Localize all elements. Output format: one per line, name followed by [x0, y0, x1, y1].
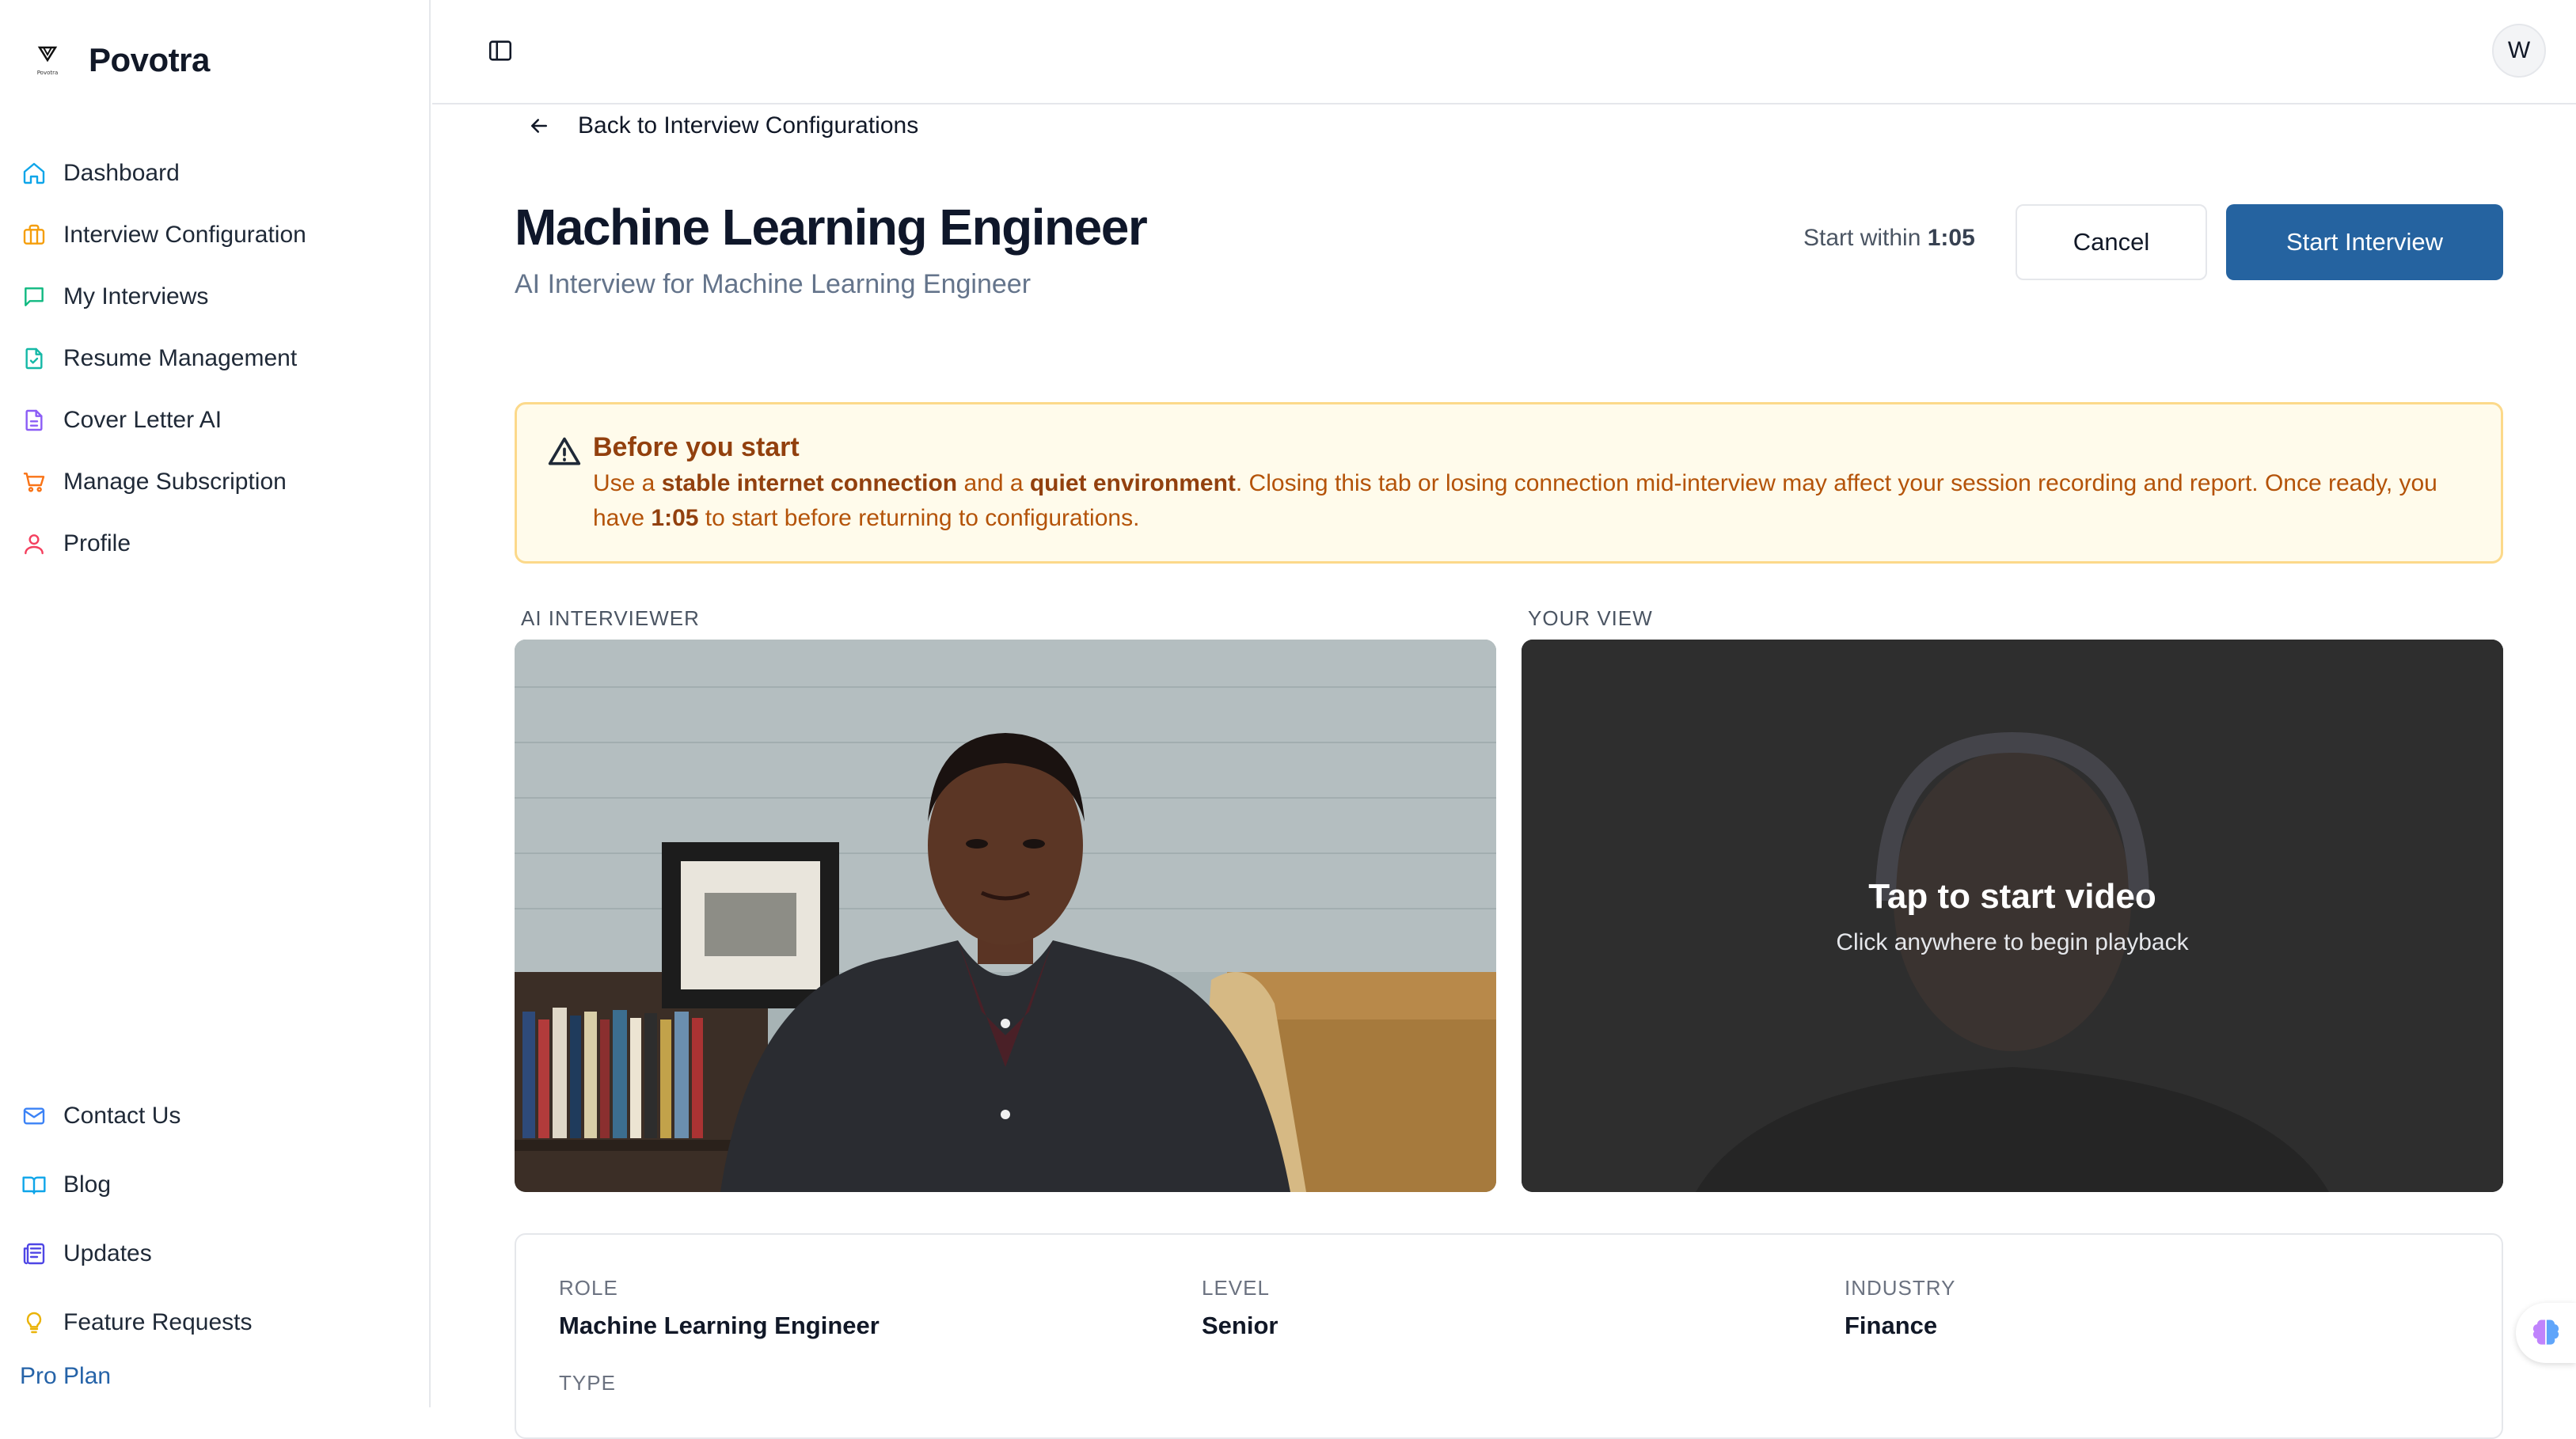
- user-icon: [21, 530, 47, 557]
- detail-label: INDUSTRY: [1845, 1276, 1955, 1300]
- interview-details-card: ROLE Machine Learning Engineer LEVEL Sen…: [515, 1233, 2503, 1439]
- user-avatar[interactable]: W: [2492, 24, 2546, 78]
- start-countdown: Start within 1:05: [1803, 225, 1975, 252]
- sidebar-item-label: Interview Configuration: [63, 222, 306, 249]
- detail-industry: INDUSTRY Finance: [1845, 1276, 1955, 1340]
- start-interview-button[interactable]: Start Interview: [2226, 204, 2503, 280]
- sidebar-item-feature-requests[interactable]: Feature Requests: [19, 1288, 415, 1357]
- lightbulb-icon: [21, 1309, 47, 1336]
- povotra-logo-icon: Povotra: [30, 43, 65, 78]
- your-view-video[interactable]: Tap to start video Click anywhere to beg…: [1522, 640, 2503, 1192]
- ai-interviewer-video[interactable]: [515, 640, 1496, 1192]
- detail-level: LEVEL Senior: [1202, 1276, 1278, 1340]
- book-icon: [21, 1171, 47, 1198]
- back-to-configurations-link[interactable]: Back to Interview Configurations: [527, 109, 918, 142]
- detail-label: TYPE: [559, 1371, 616, 1395]
- notice-title: Before you start: [593, 430, 2472, 465]
- detail-role: ROLE Machine Learning Engineer: [559, 1276, 880, 1340]
- your-view-label: YOUR VIEW: [1528, 606, 1653, 631]
- page-subtitle: AI Interview for Machine Learning Engine…: [515, 269, 1031, 300]
- arrow-left-icon: [527, 114, 551, 138]
- cancel-button[interactable]: Cancel: [2016, 204, 2207, 280]
- sidebar-nav: Dashboard Interview Configuration My Int…: [19, 142, 415, 575]
- ai-interviewer-label: AI INTERVIEWER: [521, 606, 700, 631]
- file-text-icon: [21, 407, 47, 434]
- sidebar-item-label: Dashboard: [63, 160, 180, 187]
- newspaper-icon: [21, 1240, 47, 1267]
- sidebar-item-updates[interactable]: Updates: [19, 1219, 415, 1288]
- cart-icon: [21, 469, 47, 495]
- sidebar: Povotra Povotra Dashboard Interview Conf…: [0, 0, 431, 1407]
- tap-to-start-subtitle: Click anywhere to begin playback: [1522, 929, 2503, 956]
- sidebar-item-my-interviews[interactable]: My Interviews: [19, 266, 415, 328]
- sidebar-item-label: My Interviews: [63, 283, 208, 310]
- message-icon: [21, 283, 47, 310]
- sidebar-item-interview-configuration[interactable]: Interview Configuration: [19, 204, 415, 266]
- back-link-label: Back to Interview Configurations: [578, 112, 918, 139]
- sidebar-item-label: Profile: [63, 530, 131, 557]
- detail-label: LEVEL: [1202, 1276, 1278, 1300]
- detail-value: Senior: [1202, 1312, 1278, 1340]
- sidebar-item-label: Blog: [63, 1171, 111, 1198]
- ai-assistant-button[interactable]: [2516, 1303, 2576, 1363]
- notice-text: Use a stable internet connection and a q…: [593, 466, 2472, 536]
- page-title: Machine Learning Engineer: [515, 198, 1146, 256]
- brand[interactable]: Povotra Povotra: [30, 41, 210, 79]
- detail-value: Finance: [1845, 1312, 1955, 1340]
- countdown-prefix: Start within: [1803, 225, 1921, 251]
- sidebar-item-label: Resume Management: [63, 345, 297, 372]
- top-bar: W: [432, 0, 2576, 104]
- mail-icon: [21, 1103, 47, 1130]
- sidebar-item-label: Cover Letter AI: [63, 407, 222, 434]
- ai-interviewer-image: [515, 640, 1496, 1192]
- sidebar-item-label: Feature Requests: [63, 1309, 252, 1336]
- detail-value: Machine Learning Engineer: [559, 1312, 880, 1340]
- sidebar-item-profile[interactable]: Profile: [19, 513, 415, 575]
- sidebar-toggle-icon: [487, 37, 514, 64]
- sidebar-item-contact-us[interactable]: Contact Us: [19, 1081, 415, 1150]
- sidebar-item-label: Contact Us: [63, 1103, 180, 1130]
- countdown-value: 1:05: [1928, 225, 1975, 251]
- briefcase-icon: [21, 222, 47, 249]
- brain-icon: [2529, 1316, 2563, 1350]
- sidebar-item-label: Updates: [63, 1240, 152, 1267]
- detail-label: ROLE: [559, 1276, 880, 1300]
- logo-caption: Povotra: [37, 70, 59, 76]
- sidebar-item-manage-subscription[interactable]: Manage Subscription: [19, 451, 415, 513]
- tap-to-start-title: Tap to start video: [1522, 877, 2503, 917]
- sidebar-item-resume-management[interactable]: Resume Management: [19, 328, 415, 389]
- sidebar-footer-nav: Contact Us Blog Updates Feature Requests: [19, 1081, 415, 1357]
- detail-type: TYPE: [559, 1371, 616, 1395]
- brand-name: Povotra: [89, 41, 210, 79]
- sidebar-toggle-button[interactable]: [484, 35, 516, 66]
- main-content: Back to Interview Configurations Machine…: [432, 104, 2576, 1407]
- sidebar-item-cover-letter-ai[interactable]: Cover Letter AI: [19, 389, 415, 451]
- plan-badge[interactable]: Pro Plan: [20, 1363, 111, 1390]
- home-icon: [21, 160, 47, 187]
- warning-triangle-icon: [547, 435, 582, 469]
- before-you-start-notice: Before you start Use a stable internet c…: [515, 402, 2503, 564]
- sidebar-item-blog[interactable]: Blog: [19, 1150, 415, 1219]
- sidebar-item-dashboard[interactable]: Dashboard: [19, 142, 415, 204]
- sidebar-item-label: Manage Subscription: [63, 469, 287, 495]
- file-check-icon: [21, 345, 47, 372]
